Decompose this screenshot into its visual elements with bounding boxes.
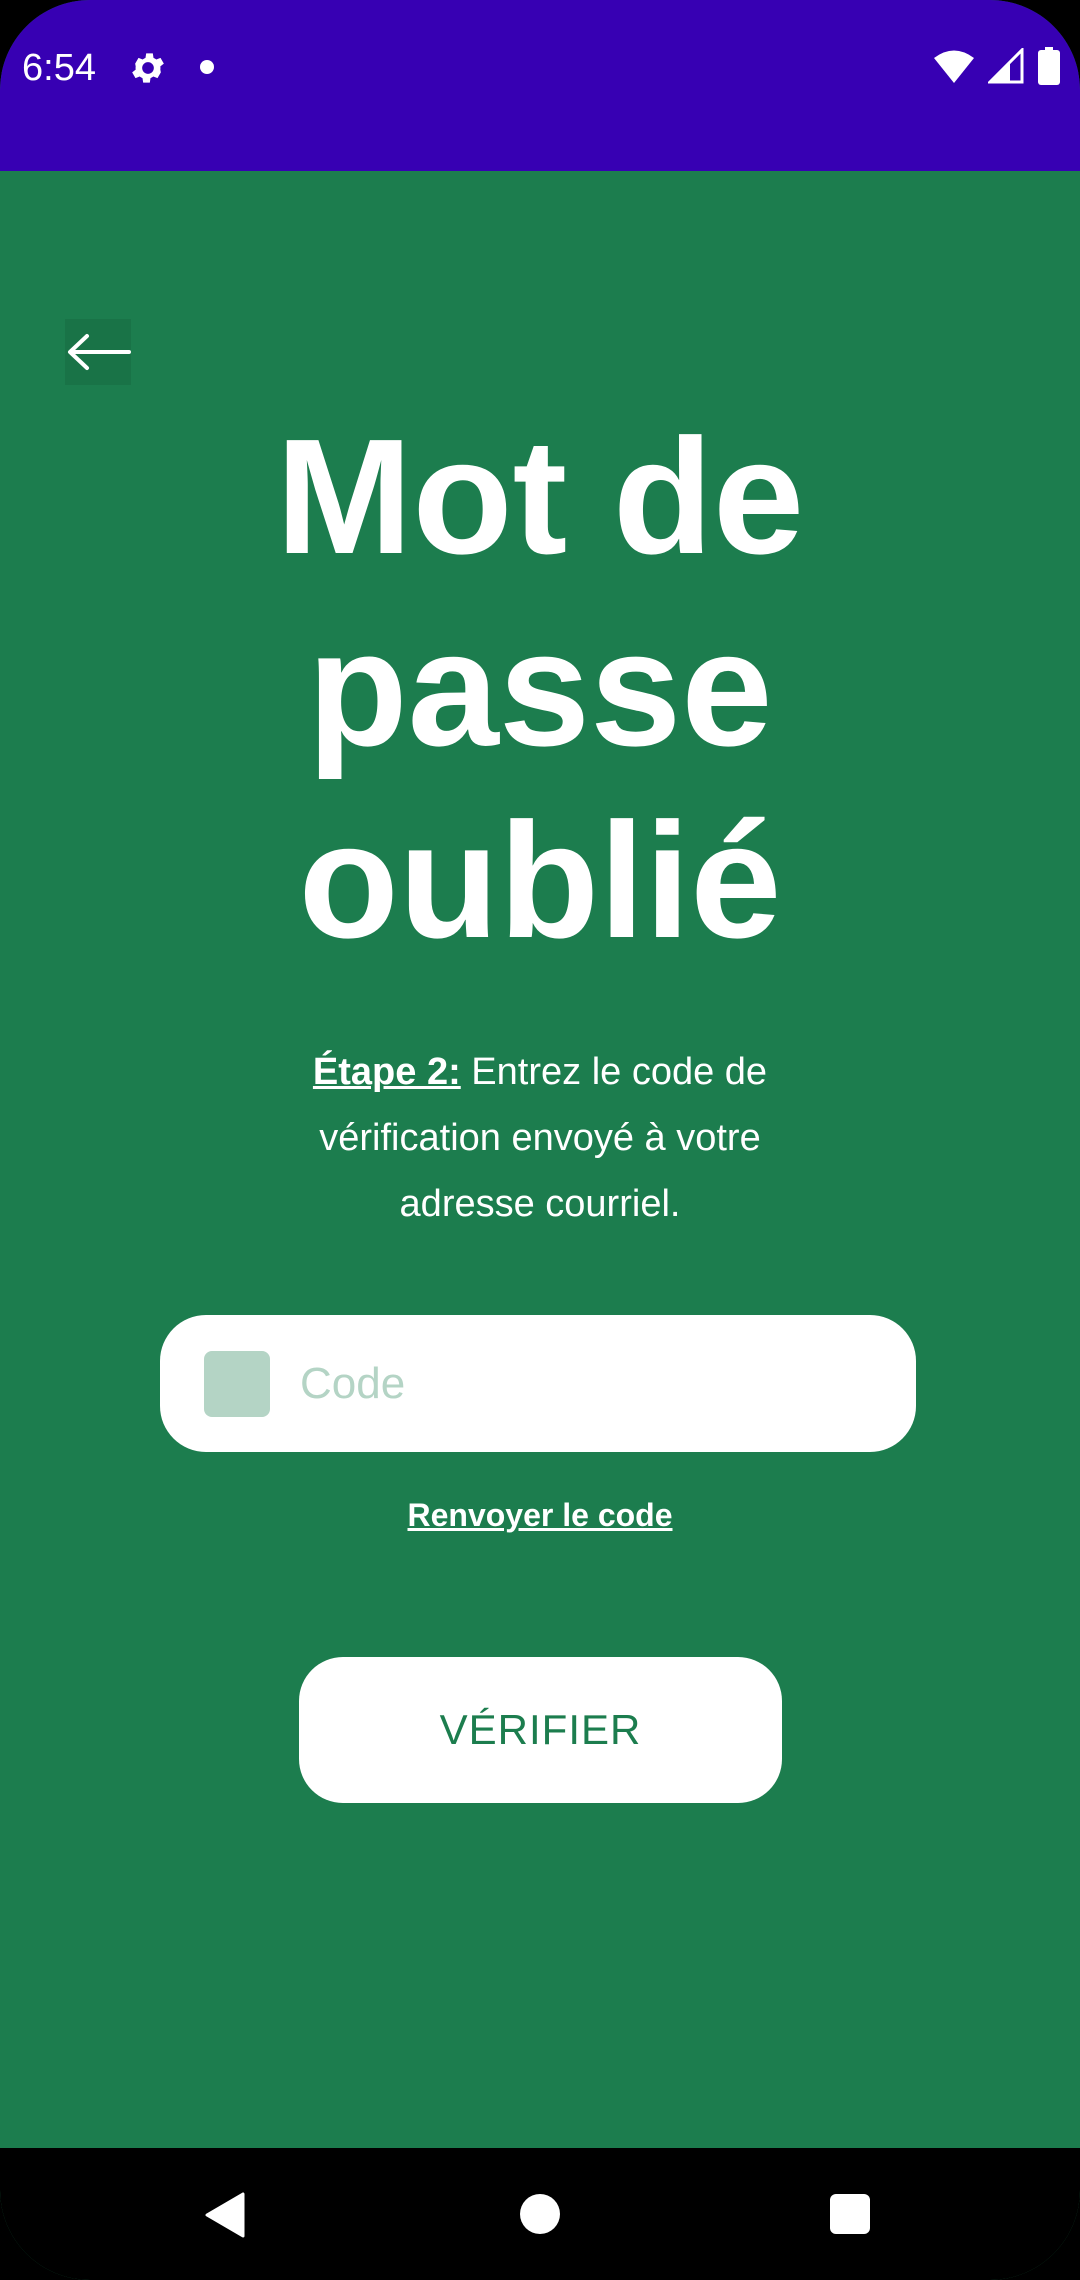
wifi-icon bbox=[934, 49, 974, 88]
screen: 6:54 Mot de passe oublié Étape 2: Entrez… bbox=[0, 0, 1080, 2280]
gear-icon bbox=[128, 48, 168, 88]
nav-recents-icon[interactable] bbox=[830, 2194, 870, 2234]
arrow-left-icon bbox=[68, 334, 131, 370]
resend-code-link[interactable]: Renvoyer le code bbox=[340, 1494, 740, 1536]
battery-icon bbox=[1038, 46, 1060, 90]
nav-home-icon[interactable] bbox=[520, 2194, 560, 2234]
page-title-line-3: oublié bbox=[298, 789, 782, 972]
status-bar: 6:54 bbox=[0, 0, 1080, 171]
status-time: 6:54 bbox=[22, 47, 96, 89]
signal-icon bbox=[986, 45, 1024, 89]
nav-back-icon[interactable] bbox=[205, 2192, 245, 2238]
code-input[interactable] bbox=[298, 1332, 862, 1435]
page-title-line-1: Mot de bbox=[275, 405, 805, 588]
instructions-text: Étape 2: Entrez le code de vérification … bbox=[290, 1039, 790, 1237]
step-label: Étape 2: bbox=[312, 1051, 461, 1093]
key-icon bbox=[204, 1350, 270, 1417]
navigation-bar bbox=[0, 2148, 1080, 2280]
main-content: Mot de passe oublié Étape 2: Entrez le cod… bbox=[0, 171, 1080, 2148]
status-icons bbox=[934, 45, 1060, 90]
page-title-line-2: passe bbox=[307, 597, 773, 780]
verify-button[interactable]: VÉRIFIER bbox=[299, 1657, 782, 1803]
page-title: Mot de passe oublié bbox=[240, 401, 840, 977]
notification-dot-icon bbox=[200, 60, 214, 74]
back-button[interactable] bbox=[65, 319, 131, 385]
code-field[interactable] bbox=[160, 1315, 916, 1452]
